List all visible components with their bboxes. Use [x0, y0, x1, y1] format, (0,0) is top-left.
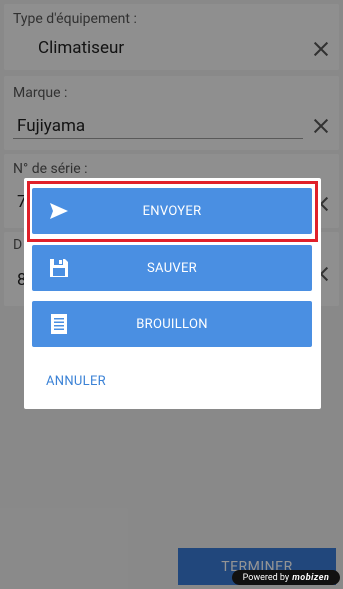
cancel-button[interactable]: ANNULER [46, 374, 106, 389]
send-button[interactable]: ENVOYER [32, 188, 312, 234]
draft-label: BROUILLON [136, 316, 208, 332]
save-options-dialog: ENVOYER SAUVER BROUILLON ANNULER [24, 178, 321, 409]
save-button[interactable]: SAUVER [32, 245, 312, 291]
draft-button[interactable]: BROUILLON [32, 301, 312, 347]
recorder-badge: Powered by mobizen [232, 570, 340, 585]
badge-brand: mobizen [292, 572, 330, 583]
send-label: ENVOYER [142, 203, 202, 219]
save-label: SAUVER [147, 260, 197, 276]
badge-prefix: Powered by [242, 572, 290, 583]
